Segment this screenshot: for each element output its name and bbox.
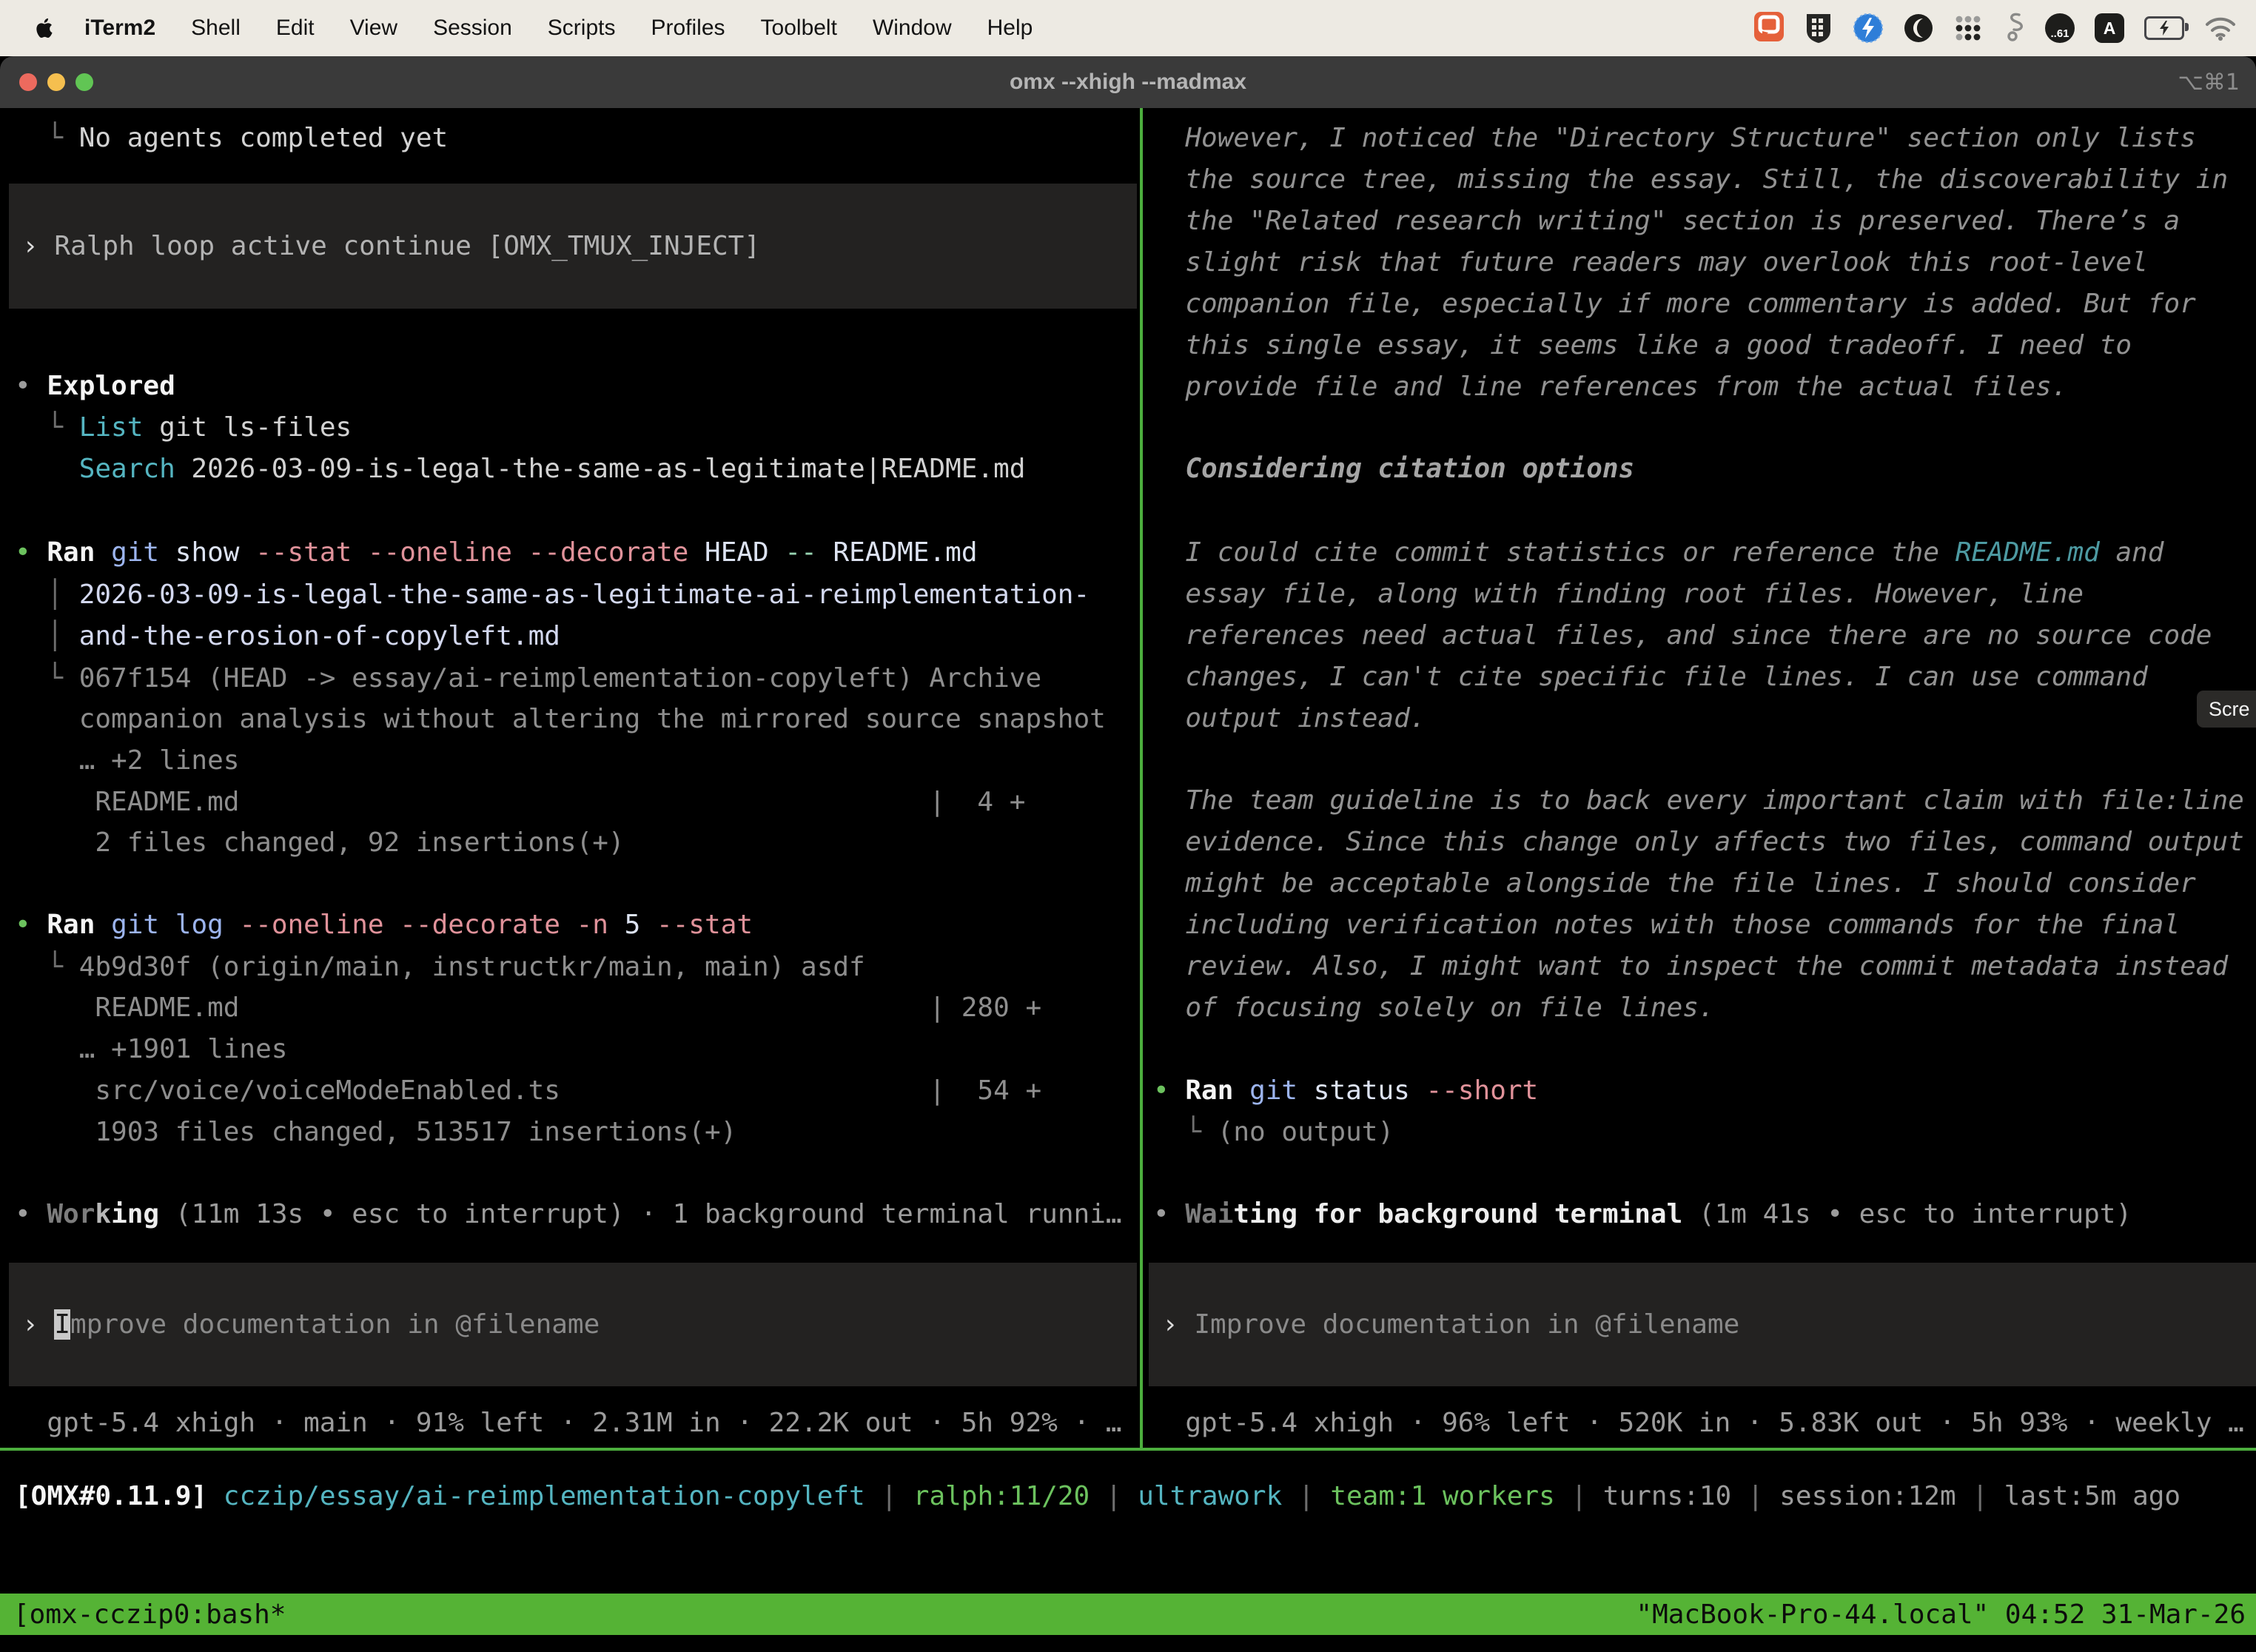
- git-log-output: 1903 files changed, 513517 insertions(+): [15, 1116, 736, 1149]
- omx-status-bar: [OMX#0.11.9] cczip/essay/ai-reimplementa…: [15, 1480, 2243, 1522]
- prompt-arrow: ›: [22, 1309, 54, 1340]
- menu-session[interactable]: Session: [415, 16, 530, 41]
- window-shortcut-badge: ⌥⌘1: [2178, 56, 2240, 108]
- tmux-session-name[interactable]: [omx-cczip0:bash*: [13, 1599, 286, 1630]
- menu-status-icons: ..61 A: [1753, 0, 2237, 56]
- screen-share-tooltip: Scre: [2197, 691, 2256, 728]
- reasoning-text: review. Also, I might want to inspect th…: [1153, 950, 2228, 983]
- menu-scripts[interactable]: Scripts: [530, 16, 634, 41]
- text-cursor: I: [54, 1309, 70, 1340]
- window-title: omx --xhigh --madmax: [0, 56, 2256, 108]
- reasoning-text: companion file, especially if more comme…: [1153, 288, 2196, 320]
- explored-list: └ List git ls-files: [15, 412, 352, 444]
- reasoning-heading: Considering citation options: [1153, 453, 1634, 486]
- left-agent-pane: └ No agents completed yet • Explored └ Li…: [15, 108, 1136, 1448]
- reasoning-text: the "Related research writing" section i…: [1153, 205, 2180, 238]
- explored-header: • Explored: [15, 370, 175, 403]
- shield-grid-icon[interactable]: [1805, 12, 1833, 44]
- reasoning-text: changes, I can't cite specific file line…: [1153, 661, 2148, 694]
- command-wrap: │ 2026-03-09-is-legal-the-same-as-legiti…: [15, 579, 1090, 611]
- reasoning-text: The team guideline is to back every impo…: [1153, 785, 2244, 817]
- crescent-icon[interactable]: [1904, 13, 1933, 43]
- agents-status-line: └ No agents completed yet: [15, 122, 448, 155]
- ran-git-status: • Ran git status --short: [1153, 1075, 1538, 1107]
- git-log-output: src/voice/voiceModeEnabled.ts | 54 +: [15, 1075, 1041, 1107]
- badge-61-icon[interactable]: ..61: [2045, 13, 2075, 43]
- git-show-output: └ 067f154 (HEAD -> essay/ai-reimplementa…: [15, 662, 1041, 695]
- command-wrap: │ and-the-erosion-of-copyleft.md: [15, 620, 560, 653]
- working-status: • Working (11m 13s • esc to interrupt) ·…: [15, 1198, 1122, 1231]
- session-status: gpt-5.4 xhigh · main · 91% left · 2.31M …: [15, 1407, 1122, 1440]
- waiting-status: • Waiting for background terminal (1m 41…: [1153, 1198, 2132, 1231]
- reasoning-text: including verification notes with those …: [1153, 909, 2180, 941]
- session-status: gpt-5.4 xhigh · 96% left · 520K in · 5.8…: [1153, 1407, 2244, 1440]
- git-show-output: 2 files changed, 92 insertions(+): [15, 827, 625, 859]
- ralph-loop-box[interactable]: › Ralph loop active continue [OMX_TMUX_I…: [9, 184, 1137, 309]
- reasoning-text: references need actual files, and since …: [1153, 620, 2212, 652]
- menu-items: iTerm2 Shell Edit View Session Scripts P…: [84, 16, 1050, 41]
- reasoning-text: of focusing solely on file lines.: [1153, 992, 1715, 1024]
- reasoning-text: slight risk that future readers may over…: [1153, 246, 2148, 279]
- bolt-badge-icon[interactable]: [1853, 13, 1884, 44]
- battery-icon[interactable]: [2144, 16, 2184, 40]
- reasoning-text: might be acceptable alongside the file l…: [1153, 867, 2196, 900]
- prompt-placeholder: mprove documentation in @filename: [70, 1309, 600, 1340]
- git-log-output: └ 4b9d30f (origin/main, instructkr/main,…: [15, 951, 865, 984]
- window-title-bar[interactable]: omx --xhigh --madmax ⌥⌘1: [0, 56, 2256, 108]
- omx-status-line: [OMX#0.11.9] cczip/essay/ai-reimplementa…: [15, 1480, 2181, 1513]
- dots-grid-icon[interactable]: [1953, 13, 1983, 43]
- right-prompt-input[interactable]: › Improve documentation in @filename: [1149, 1263, 2256, 1386]
- prompt-arrow: ›: [22, 231, 54, 261]
- reasoning-text: evidence. Since this change only affects…: [1153, 826, 2244, 859]
- menu-help[interactable]: Help: [970, 16, 1051, 41]
- explored-search: Search 2026-03-09-is-legal-the-same-as-l…: [15, 453, 1025, 486]
- tmux-status-bar: [omx-cczip0:bash* "MacBook-Pro-44.local"…: [0, 1594, 2256, 1635]
- right-agent-pane: However, I noticed the "Directory Struct…: [1153, 108, 2250, 1448]
- ralph-loop-text: Ralph loop active continue [OMX_TMUX_INJ…: [54, 231, 760, 261]
- squiggle-icon[interactable]: [2003, 12, 2025, 44]
- menu-edit[interactable]: Edit: [258, 16, 332, 41]
- menu-toolbelt[interactable]: Toolbelt: [743, 16, 855, 41]
- menu-shell[interactable]: Shell: [173, 16, 258, 41]
- git-log-output: … +1901 lines: [15, 1033, 287, 1066]
- pane-divider-vertical[interactable]: [1140, 108, 1143, 1448]
- git-log-output: README.md | 280 +: [15, 992, 1041, 1024]
- apple-menu-icon[interactable]: [34, 16, 53, 40]
- screen-record-chat-icon[interactable]: [1753, 11, 1785, 45]
- ran-git-show: • Ran git show --stat --oneline --decora…: [15, 537, 978, 569]
- macos-menu-bar: iTerm2 Shell Edit View Session Scripts P…: [0, 0, 2256, 56]
- prompt-arrow: ›: [1162, 1309, 1194, 1340]
- reasoning-text: I could cite commit statistics or refere…: [1153, 537, 2163, 569]
- menu-window[interactable]: Window: [855, 16, 970, 41]
- ran-git-log: • Ran git log --oneline --decorate -n 5 …: [15, 909, 753, 941]
- reasoning-text: this single essay, it seems like a good …: [1153, 329, 2132, 362]
- reasoning-text: the source tree, missing the essay. Stil…: [1153, 164, 2228, 196]
- pane-divider-horizontal[interactable]: [0, 1448, 2256, 1451]
- git-status-output: └ (no output): [1153, 1116, 1394, 1149]
- reasoning-text: provide file and line references from th…: [1153, 371, 2067, 403]
- tooltip-text: Scre: [2209, 698, 2250, 721]
- tmux-host-clock: "MacBook-Pro-44.local" 04:52 31-Mar-26: [1636, 1599, 2246, 1630]
- prompt-placeholder: Improve documentation in @filename: [1194, 1309, 1739, 1340]
- menu-iterm2[interactable]: iTerm2: [84, 16, 173, 41]
- wifi-icon[interactable]: [2204, 16, 2237, 41]
- iterm-window: omx --xhigh --madmax ⌥⌘1 └ No agents com…: [0, 56, 2256, 1652]
- terminal-content: └ No agents completed yet • Explored └ Li…: [0, 108, 2256, 1652]
- left-prompt-input[interactable]: › Improve documentation in @filename: [9, 1263, 1137, 1386]
- git-show-output: … +2 lines: [15, 745, 239, 777]
- menu-profiles[interactable]: Profiles: [633, 16, 742, 41]
- reasoning-text: essay file, along with finding root file…: [1153, 578, 2084, 611]
- git-show-output: companion analysis without altering the …: [15, 703, 1106, 736]
- reasoning-text: However, I noticed the "Directory Struct…: [1153, 122, 2196, 155]
- git-show-output: README.md | 4 +: [15, 786, 1025, 819]
- reasoning-text: output instead.: [1153, 702, 1426, 735]
- screen: { "menu_bar": { "items": ["iTerm2","Shel…: [0, 0, 2256, 1652]
- letter-a-icon[interactable]: A: [2095, 13, 2124, 43]
- menu-view[interactable]: View: [332, 16, 415, 41]
